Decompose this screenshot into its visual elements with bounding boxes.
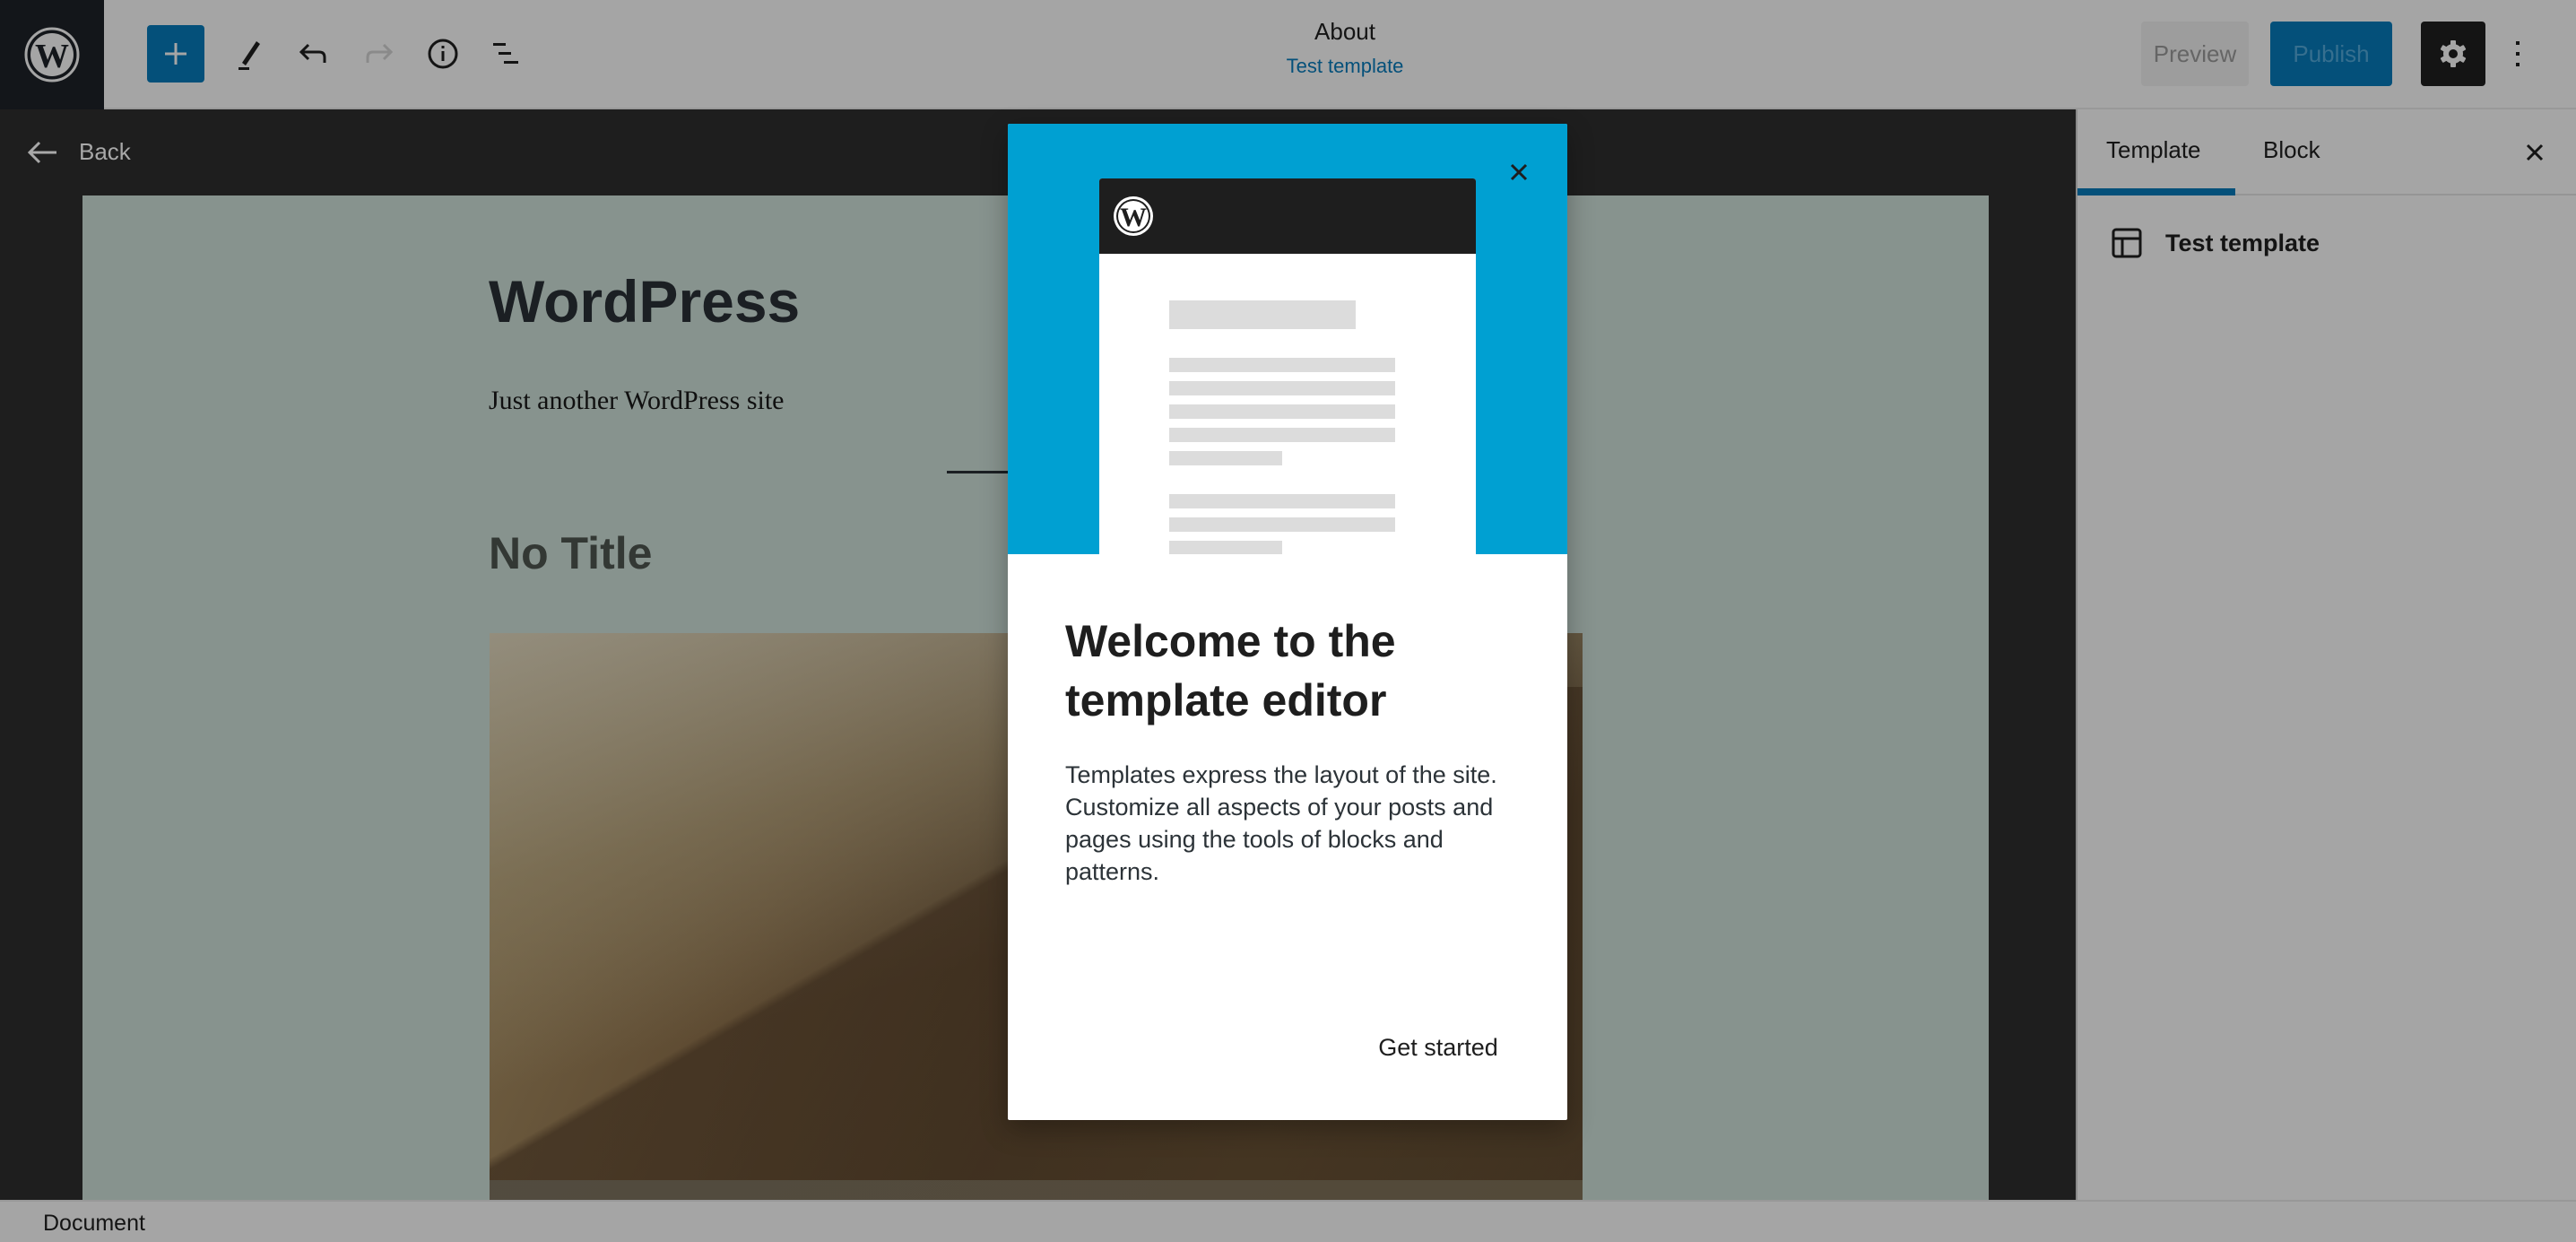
block-inserter-button[interactable] (147, 25, 204, 83)
mock-text-line (1169, 517, 1395, 532)
document-title: About Test template (1166, 18, 1524, 78)
back-label: Back (79, 138, 131, 165)
publish-button[interactable]: Publish (2270, 22, 2392, 86)
back-button[interactable]: Back (27, 138, 131, 166)
options-menu-button[interactable] (2502, 22, 2534, 86)
redo-button[interactable] (350, 25, 407, 83)
undo-button[interactable] (285, 25, 343, 83)
document-title-text: About (1314, 18, 1375, 45)
info-icon (428, 39, 458, 69)
mock-text-line (1169, 404, 1395, 419)
site-tagline[interactable]: Just another WordPress site (489, 386, 785, 416)
breadcrumb-document[interactable]: Document (43, 1211, 145, 1237)
template-card: Test template (2112, 228, 2320, 258)
template-link[interactable]: Test template (1166, 55, 1524, 78)
mock-text-line (1169, 428, 1395, 442)
wordpress-logo-icon: W (24, 27, 80, 83)
settings-sidebar: Template Block Test template (2076, 109, 2576, 1200)
gear-icon (2440, 40, 2467, 67)
list-view-button[interactable] (479, 25, 536, 83)
details-button[interactable] (414, 25, 472, 83)
close-icon (2526, 143, 2544, 161)
mock-heading-line (1169, 300, 1356, 329)
arrow-left-icon (27, 141, 56, 163)
svg-text:W: W (1120, 203, 1147, 232)
welcome-guide-modal: W Welcome to the template editor Templat… (1008, 124, 1567, 1120)
post-title[interactable]: No Title (489, 527, 652, 579)
template-name: Test template (2165, 229, 2320, 256)
close-modal-button[interactable] (1499, 152, 1539, 192)
tab-block[interactable]: Block (2263, 136, 2320, 164)
undo-icon (299, 43, 326, 63)
active-tab-indicator (2077, 188, 2235, 195)
wordpress-logo-icon: W (1114, 196, 1153, 236)
close-sidebar-button[interactable] (2515, 133, 2554, 172)
wordpress-logo-button[interactable]: W (0, 0, 104, 109)
plus-icon (165, 43, 186, 65)
mock-text-line (1169, 451, 1282, 465)
modal-heading: Welcome to the template editor (1065, 616, 1396, 725)
site-title[interactable]: WordPress (489, 267, 800, 335)
layout-icon (2112, 228, 2142, 258)
mock-text-line (1169, 381, 1395, 395)
svg-text:W: W (35, 38, 69, 75)
template-editor-illustration: W (1008, 124, 1567, 554)
modal-description: Templates express the layout of the site… (1065, 761, 1497, 885)
more-vertical-icon (2516, 41, 2520, 66)
mock-text-line (1169, 358, 1395, 372)
mock-text-line (1169, 541, 1282, 554)
mock-editor-header: W (1099, 178, 1476, 254)
close-icon (1510, 163, 1528, 181)
tools-button[interactable] (221, 25, 278, 83)
editor-header: W About Test template Preview Publish (0, 0, 2576, 109)
list-view-icon (493, 43, 518, 64)
preview-button[interactable]: Preview (2141, 22, 2249, 86)
sidebar-tabs: Template Block (2077, 109, 2576, 195)
mock-text-line (1169, 494, 1395, 508)
settings-button[interactable] (2421, 22, 2485, 86)
mock-editor-window: W (1099, 178, 1476, 554)
block-breadcrumb-bar: Document (0, 1200, 2576, 1242)
pencil-icon (239, 41, 260, 70)
redo-icon (366, 43, 394, 63)
get-started-button[interactable]: Get started (1349, 1021, 1528, 1074)
tab-template[interactable]: Template (2106, 136, 2201, 164)
